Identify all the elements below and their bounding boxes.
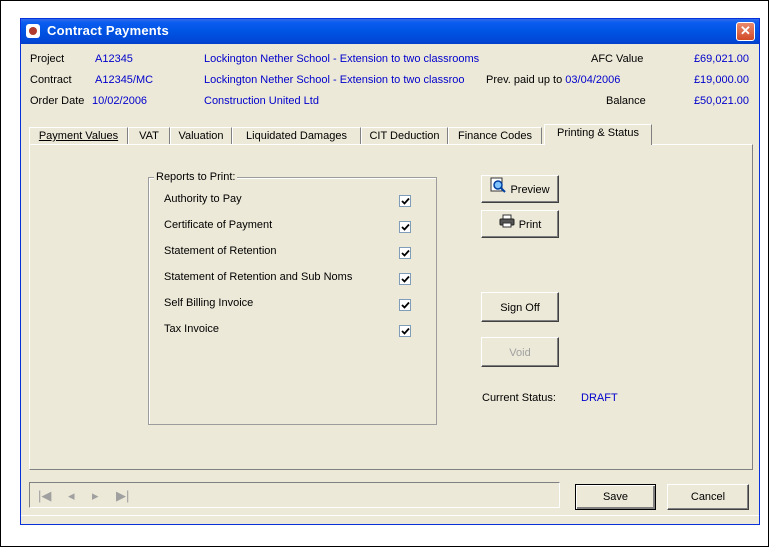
print-button[interactable]: Print (481, 210, 559, 238)
contractor-name: Construction United Ltd (204, 95, 319, 107)
save-button[interactable]: Save (575, 484, 656, 510)
checkbox-statement-of-retention[interactable] (399, 247, 411, 259)
tab-printing-status[interactable]: Printing & Status (544, 124, 652, 145)
status-bar (21, 515, 759, 525)
prev-paid-value: £19,000.00 (693, 74, 749, 86)
contract-label: Contract (30, 74, 72, 86)
checkbox-statement-of-retention-sub-noms[interactable] (399, 273, 411, 285)
afc-value-label: AFC Value (591, 53, 644, 65)
report-label-authority-to-pay: Authority to Pay (164, 193, 242, 205)
reports-group-label: Reports to Print: (154, 171, 238, 183)
print-label: Print (518, 219, 542, 231)
order-date: 10/02/2006 (92, 95, 148, 107)
tab-label: VAT (139, 130, 159, 142)
sign-off-button[interactable]: Sign Off (481, 292, 559, 322)
tab-finance-codes[interactable]: Finance Codes (448, 127, 542, 144)
last-record-icon[interactable]: ▶| (116, 488, 129, 504)
current-status-value: DRAFT (581, 392, 618, 404)
checkbox-check-icon (401, 301, 410, 309)
tab-label: Printing & Status (557, 127, 639, 139)
checkbox-check-icon (401, 223, 410, 231)
checkbox-check-icon (401, 327, 410, 335)
checkbox-check-icon (401, 275, 410, 283)
preview-icon (490, 176, 507, 204)
contract-description: Lockington Nether School - Extension to … (204, 74, 465, 86)
prev-paid-prefix: Prev. paid up to (486, 74, 566, 86)
report-label-statement-of-retention-sub-noms: Statement of Retention and Sub Noms (164, 271, 353, 283)
app-icon (26, 24, 40, 38)
contract-payments-window: Contract Payments ✕ Project A12345 Locki… (20, 18, 760, 525)
void-button[interactable]: Void (481, 337, 559, 367)
close-icon[interactable]: ✕ (736, 22, 755, 41)
tab-vat[interactable]: VAT (128, 127, 170, 144)
tab-payment-values[interactable]: Payment Values (29, 127, 128, 144)
tab-valuation[interactable]: Valuation (170, 127, 232, 144)
current-status-label: Current Status: (482, 392, 556, 404)
title-bar[interactable]: Contract Payments ✕ (21, 19, 759, 44)
tab-cit-deduction[interactable]: CIT Deduction (361, 127, 448, 144)
project-label: Project (30, 53, 65, 65)
window-title: Contract Payments (47, 23, 169, 38)
checkbox-authority-to-pay[interactable] (399, 195, 411, 207)
report-label-statement-of-retention: Statement of Retention (164, 245, 277, 257)
report-label-certificate-of-payment: Certificate of Payment (164, 219, 273, 231)
tab-liquidated-damages[interactable]: Liquidated Damages (232, 127, 361, 144)
next-record-icon[interactable]: ▸ (92, 488, 99, 504)
report-label-self-billing-invoice: Self Billing Invoice (164, 297, 254, 309)
afc-value: £69,021.00 (693, 53, 749, 65)
tab-label: Payment Values (38, 130, 119, 142)
balance-value: £50,021.00 (693, 95, 749, 107)
cancel-button[interactable]: Cancel (667, 484, 749, 510)
contract-code: A12345/MC (95, 74, 154, 86)
project-code: A12345 (95, 53, 133, 65)
checkbox-tax-invoice[interactable] (399, 325, 411, 337)
balance-label: Balance (606, 95, 646, 107)
checkbox-certificate-of-payment[interactable] (399, 221, 411, 233)
tab-label: Liquidated Damages (246, 130, 347, 142)
prev-record-icon[interactable]: ◂ (68, 488, 75, 504)
preview-label: Preview (510, 184, 550, 196)
tab-label: CIT Deduction (369, 130, 440, 142)
prev-paid-label: Prev. paid up to 03/04/2006 (486, 74, 620, 86)
report-label-tax-invoice: Tax Invoice (164, 323, 220, 335)
tab-label: Finance Codes (458, 130, 532, 142)
print-icon (499, 211, 515, 239)
first-record-icon[interactable]: |◀ (38, 488, 51, 504)
order-date-label: Order Date (30, 95, 85, 107)
checkbox-self-billing-invoice[interactable] (399, 299, 411, 311)
record-navigator: |◀ ◂ ▸ ▶| (29, 482, 560, 508)
preview-button[interactable]: Preview (481, 175, 559, 203)
tab-label: Valuation (178, 130, 224, 142)
prev-paid-date: 03/04/2006 (565, 74, 621, 86)
checkbox-check-icon (401, 197, 410, 205)
checkbox-check-icon (401, 249, 410, 257)
project-description: Lockington Nether School - Extension to … (204, 53, 480, 65)
